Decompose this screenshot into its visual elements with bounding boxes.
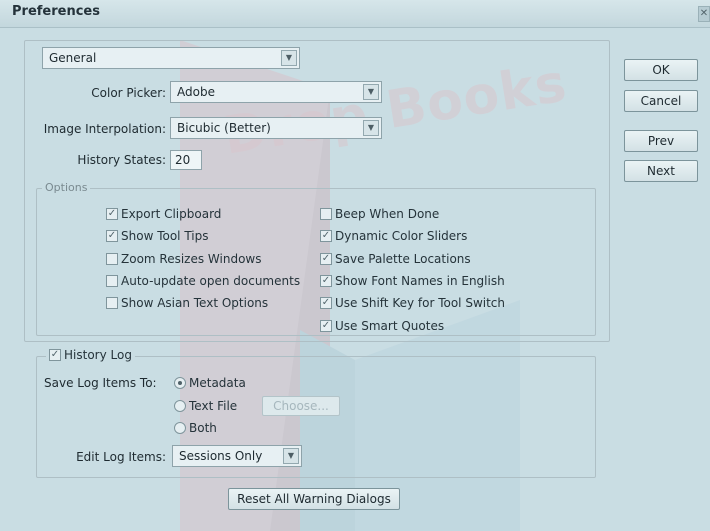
- image-interpolation-select[interactable]: Bicubic (Better) ▼: [170, 117, 382, 139]
- radio-icon[interactable]: [174, 422, 186, 434]
- color-picker-label: Color Picker:: [91, 86, 166, 100]
- radio-label: Text File: [189, 399, 238, 413]
- history-log-toggle[interactable]: ✓ History Log: [46, 347, 135, 363]
- edit-log-value: Sessions Only: [179, 449, 263, 463]
- cancel-button[interactable]: Cancel: [624, 90, 698, 112]
- color-picker-value: Adobe: [177, 85, 215, 99]
- option-label: Beep When Done: [335, 207, 440, 221]
- choose-button[interactable]: Choose...: [262, 396, 340, 416]
- option-label: Show Font Names in English: [335, 274, 505, 288]
- chevron-down-icon: ▼: [283, 448, 299, 464]
- chevron-down-icon: ▼: [281, 50, 297, 66]
- radio-icon[interactable]: [174, 377, 186, 389]
- ok-button[interactable]: OK: [624, 59, 698, 81]
- edit-log-select[interactable]: Sessions Only ▼: [172, 445, 302, 467]
- chevron-down-icon: ▼: [363, 120, 379, 136]
- option-show-asian-text[interactable]: Show Asian Text Options: [106, 295, 268, 311]
- edit-log-label: Edit Log Items:: [76, 450, 166, 464]
- option-save-palette-locations[interactable]: ✓ Save Palette Locations: [320, 251, 471, 267]
- option-shift-key-tool-switch[interactable]: ✓ Use Shift Key for Tool Switch: [320, 295, 505, 311]
- radio-metadata[interactable]: Metadata: [174, 375, 246, 391]
- history-states-input[interactable]: 20: [170, 150, 202, 170]
- save-log-label: Save Log Items To:: [44, 376, 157, 390]
- option-dynamic-color-sliders[interactable]: ✓ Dynamic Color Sliders: [320, 228, 467, 244]
- history-log-label: History Log: [64, 348, 132, 362]
- option-font-names-english[interactable]: ✓ Show Font Names in English: [320, 273, 505, 289]
- title-bar[interactable]: Preferences ✕: [0, 0, 710, 28]
- radio-text-file[interactable]: Text File: [174, 398, 237, 414]
- option-auto-update-documents[interactable]: Auto-update open documents: [106, 273, 300, 289]
- checkbox-icon[interactable]: ✓: [320, 320, 332, 332]
- window-title: Preferences: [12, 4, 100, 19]
- checkbox-icon[interactable]: [320, 208, 332, 220]
- radio-both[interactable]: Both: [174, 420, 217, 436]
- next-button[interactable]: Next: [624, 160, 698, 182]
- radio-label: Both: [189, 421, 217, 435]
- option-label: Show Tool Tips: [121, 229, 209, 243]
- close-icon[interactable]: ✕: [698, 6, 710, 22]
- option-beep-when-done[interactable]: Beep When Done: [320, 206, 439, 222]
- option-zoom-resizes-windows[interactable]: Zoom Resizes Windows: [106, 251, 262, 267]
- option-label: Auto-update open documents: [121, 274, 301, 288]
- option-label: Export Clipboard: [121, 207, 222, 221]
- radio-icon[interactable]: [174, 400, 186, 412]
- checkbox-icon[interactable]: [106, 275, 118, 287]
- image-interpolation-label: Image Interpolation:: [43, 122, 166, 136]
- option-export-clipboard[interactable]: ✓ Export Clipboard: [106, 206, 221, 222]
- checkbox-icon[interactable]: ✓: [106, 208, 118, 220]
- prev-button[interactable]: Prev: [624, 130, 698, 152]
- checkbox-icon[interactable]: ✓: [320, 275, 332, 287]
- option-label: Show Asian Text Options: [121, 296, 269, 310]
- checkbox-icon[interactable]: ✓: [320, 297, 332, 309]
- checkbox-icon[interactable]: [106, 253, 118, 265]
- checkbox-icon[interactable]: [106, 297, 118, 309]
- section-select-value: General: [49, 51, 97, 65]
- radio-label: Metadata: [189, 376, 246, 390]
- checkbox-icon[interactable]: ✓: [320, 253, 332, 265]
- option-label: Dynamic Color Sliders: [335, 229, 468, 243]
- option-label: Zoom Resizes Windows: [121, 252, 262, 266]
- image-interpolation-value: Bicubic (Better): [177, 121, 271, 135]
- reset-warning-dialogs-button[interactable]: Reset All Warning Dialogs: [228, 488, 400, 510]
- section-select[interactable]: General ▼: [42, 47, 300, 69]
- color-picker-select[interactable]: Adobe ▼: [170, 81, 382, 103]
- chevron-down-icon: ▼: [363, 84, 379, 100]
- options-legend: Options: [42, 181, 91, 194]
- option-label: Save Palette Locations: [335, 252, 471, 266]
- option-smart-quotes[interactable]: ✓ Use Smart Quotes: [320, 318, 444, 334]
- checkbox-icon[interactable]: ✓: [49, 349, 61, 361]
- option-show-tool-tips[interactable]: ✓ Show Tool Tips: [106, 228, 208, 244]
- option-label: Use Smart Quotes: [335, 319, 445, 333]
- checkbox-icon[interactable]: ✓: [320, 230, 332, 242]
- option-label: Use Shift Key for Tool Switch: [335, 296, 506, 310]
- history-states-label: History States:: [77, 153, 166, 167]
- checkbox-icon[interactable]: ✓: [106, 230, 118, 242]
